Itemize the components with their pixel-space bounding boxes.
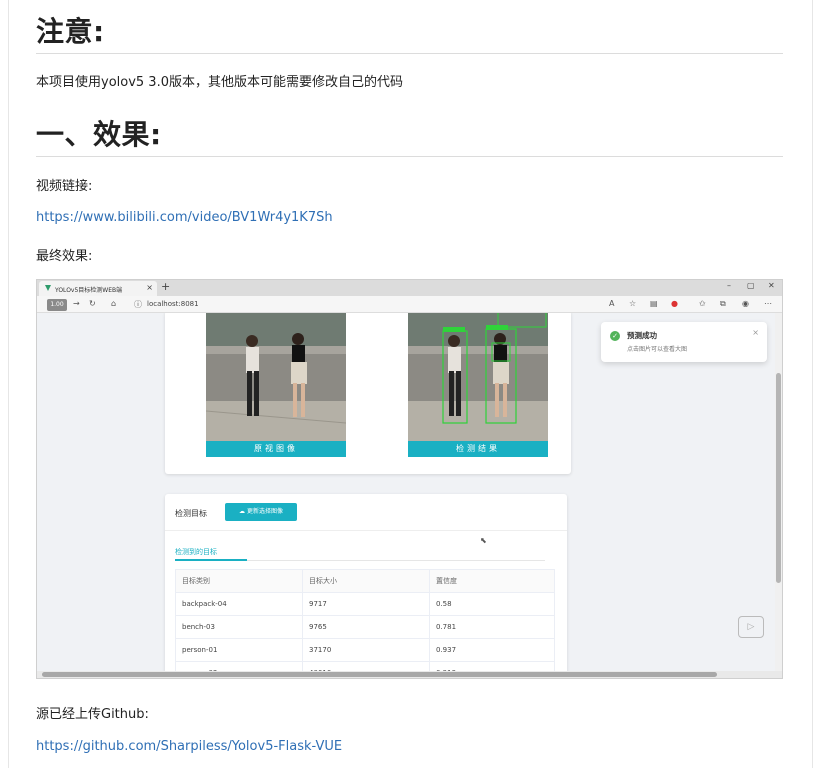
success-check-icon: ✓ — [610, 331, 620, 341]
table-header-row: 目标类别 目标大小 置信度 — [175, 569, 555, 593]
vue-logo-icon — [45, 285, 51, 291]
horizontal-scrollbar[interactable] — [37, 671, 782, 678]
column-header: 目标类别 — [175, 569, 303, 593]
detection-table: 目标类别 目标大小 置信度 backpack-04 9717 0.58 benc… — [175, 569, 555, 673]
zoom-badge: 1.00 — [47, 299, 67, 311]
vertical-scrollbar[interactable] — [775, 313, 782, 673]
extension-icon[interactable]: ● — [671, 299, 678, 308]
url-text[interactable]: localhost:8081 — [147, 300, 199, 308]
minimize-icon[interactable]: – — [727, 281, 731, 290]
refresh-icon[interactable]: ↻ — [89, 299, 96, 308]
upload-button-label: 更新选择图像 — [246, 508, 283, 515]
collections-icon[interactable]: ▤ — [650, 299, 658, 308]
tab-detected-targets[interactable]: 检测到的目标 — [175, 547, 217, 557]
column-header: 置信度 — [429, 569, 555, 593]
play-icon[interactable]: ▷ — [738, 616, 764, 638]
table-cell: bench-03 — [175, 615, 303, 639]
success-toast: ✓ 预测成功 点击图片可以查看大图 × — [601, 322, 767, 362]
table-cell: 0.781 — [429, 615, 555, 639]
tab-title: YOLOv5目标检测WEB端 — [55, 287, 123, 294]
more-icon[interactable]: ⋯ — [764, 299, 772, 308]
table-cell: person-01 — [175, 638, 303, 662]
demo-screenshot: YOLOv5目标检测WEB端 × + – ▢ ✕ 1.00 → ↻ ⌂ ⓘ lo… — [36, 279, 783, 679]
horizontal-scroll-thumb[interactable] — [42, 672, 717, 677]
table-cell: 9765 — [302, 615, 430, 639]
toast-title: 预测成功 — [627, 331, 657, 340]
table-row[interactable]: person-01 37170 0.937 — [175, 638, 555, 662]
video-label: 视频链接: — [36, 179, 93, 194]
panel-title: 检测目标 — [175, 509, 207, 518]
panel-divider — [165, 530, 567, 531]
image-card: 原视图像 检测结果 — [165, 313, 571, 474]
tab-active-indicator — [175, 559, 247, 561]
column-header: 目标大小 — [302, 569, 430, 593]
table-cell: 0.58 — [429, 592, 555, 616]
page-viewport: 原视图像 检测结果 检测目标 ☁ 更新选择图像 检测到的目标 目标类别 目标大小… — [37, 313, 777, 673]
read-aloud-icon[interactable]: A — [609, 299, 614, 308]
home-icon[interactable]: ⌂ — [111, 299, 116, 308]
source-label: 源已经上传Github: — [36, 707, 149, 722]
close-window-icon[interactable]: ✕ — [768, 281, 775, 290]
new-tab-icon[interactable]: + — [161, 280, 170, 293]
result-caption: 检测结果 — [408, 441, 548, 457]
toast-message: 点击图片可以查看大图 — [627, 346, 688, 353]
toast-close-icon[interactable]: × — [752, 328, 759, 337]
info-icon: ⓘ — [134, 300, 142, 309]
heading-rule — [36, 156, 783, 157]
result-label: 最终效果: — [36, 249, 93, 264]
table-cell: 37170 — [302, 638, 430, 662]
upload-button[interactable]: ☁ 更新选择图像 — [225, 503, 297, 521]
original-caption: 原视图像 — [206, 441, 346, 457]
table-row[interactable]: bench-03 9765 0.781 — [175, 615, 555, 639]
table-cell: 9717 — [302, 592, 430, 616]
favorite-icon[interactable]: ☆ — [629, 299, 636, 308]
browser-tab-bar: YOLOv5目标检测WEB端 × + – ▢ ✕ — [37, 280, 782, 296]
table-row[interactable]: backpack-04 9717 0.58 — [175, 592, 555, 616]
mouse-cursor-icon: ⬉ — [480, 536, 487, 545]
notice-heading: 注意: — [36, 15, 105, 48]
table-cell: 0.937 — [429, 638, 555, 662]
vertical-scroll-thumb[interactable] — [776, 373, 781, 583]
address-bar: 1.00 → ↻ ⌂ ⓘ localhost:8081 A ☆ ▤ ● ✩ ⧉ … — [37, 296, 782, 313]
heading-rule — [36, 53, 783, 54]
favorites-bar-icon[interactable]: ✩ — [699, 299, 706, 308]
original-image[interactable] — [206, 313, 346, 441]
github-link[interactable]: https://github.com/Sharpiless/Yolov5-Fla… — [36, 739, 342, 754]
notice-text: 本项目使用yolov5 3.0版本，其他版本可能需要修改自己的代码 — [36, 75, 403, 90]
collections-alt-icon[interactable]: ⧉ — [720, 299, 726, 309]
restore-icon[interactable]: ▢ — [747, 281, 755, 290]
tab-close-icon[interactable]: × — [146, 283, 153, 292]
result-image[interactable] — [408, 313, 548, 441]
detection-panel: 检测目标 ☁ 更新选择图像 检测到的目标 目标类别 目标大小 置信度 backp… — [165, 494, 567, 673]
video-link[interactable]: https://www.bilibili.com/video/BV1Wr4y1K… — [36, 210, 333, 225]
effect-heading: 一、效果: — [36, 118, 162, 151]
browser-tab[interactable]: YOLOv5目标检测WEB端 × — [39, 281, 157, 296]
forward-icon[interactable]: → — [73, 299, 80, 308]
profile-icon[interactable]: ◉ — [742, 299, 749, 308]
table-cell: backpack-04 — [175, 592, 303, 616]
